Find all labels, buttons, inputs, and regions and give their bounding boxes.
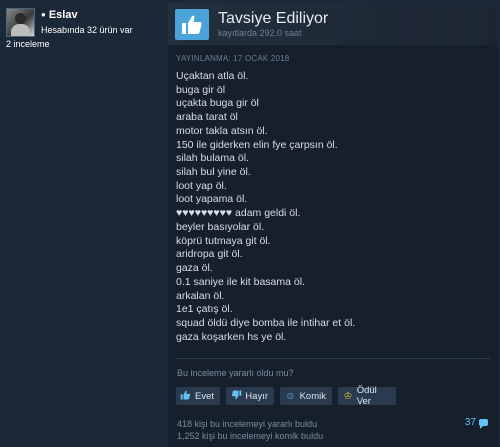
review-line: silah bulama öl. (176, 152, 249, 165)
review-header: Tavsiye Ediliyor kayıtlarda 292.0 saat (168, 3, 498, 45)
review-line: 0.1 saniye ile kit basama öl. (176, 275, 305, 288)
review-line: köprü tutmaya git öl. (176, 234, 271, 247)
review-line: loot yap öl. (176, 179, 227, 192)
author-games-owned[interactable]: Hesabında 32 ürün var (41, 25, 133, 35)
comment-count: 37 (464, 417, 476, 428)
review-body: Uçaktan atla öl. buga gir öl uçakta buga g… (176, 70, 491, 344)
review-line: ♥♥♥♥♥♥♥♥♥ adam geldi öl. (176, 207, 301, 220)
posted-date: YAYINLANMA: 17 OCAK 2018 (176, 54, 290, 63)
vote-no-label: Hayır (245, 390, 268, 402)
online-status-dot: ● (41, 10, 46, 19)
review-line: gaza öl. (176, 262, 213, 275)
comment-count-link[interactable]: 37 (464, 417, 488, 429)
review-line: aridropa git öl. (176, 248, 243, 261)
smiley-icon: ☺ (285, 390, 296, 402)
vote-yes-label: Evet (194, 390, 214, 402)
avatar[interactable] (6, 8, 35, 37)
review-line: Uçaktan atla öl. (176, 70, 249, 82)
review-line: squad öldü diye bomba ile intihar et öl. (176, 316, 356, 329)
award-label: Ödül Ver (356, 385, 377, 407)
review-line: motor takla atsın öl. (176, 124, 268, 137)
thumbs-down-icon (230, 389, 242, 403)
vote-yes-button[interactable]: Evet (176, 387, 220, 405)
review-line: beyler basıyolar öl. (176, 220, 265, 233)
vote-funny-label: Komik (299, 390, 326, 402)
funny-count: 1,252 kişi bu incelemeyi komik buldu (177, 431, 324, 441)
avatar-head (15, 13, 26, 24)
vote-funny-button[interactable]: ☺ Komik (280, 387, 332, 405)
review-line: uçakta buga gir öl (176, 97, 259, 110)
review-line: loot yapama öl. (176, 193, 248, 206)
comment-bubble-icon (479, 419, 488, 429)
author-name[interactable]: ● Eslav (41, 9, 78, 21)
author-name-text[interactable]: Eslav (49, 9, 78, 21)
vote-summary: 418 kişi bu incelemeyi yararlı buldu 1,2… (177, 418, 323, 442)
review-line: araba tarat öl (176, 111, 238, 124)
review-line: gaza koşarken hs ye öl. (176, 330, 287, 343)
thumbs-up-icon (180, 390, 192, 403)
review-line: arkalan öl. (176, 289, 225, 302)
award-icon: ♔ (343, 390, 353, 402)
review-line: 1e1 çatış öl. (176, 303, 233, 316)
divider (176, 358, 490, 359)
thumbs-up-icon (182, 15, 202, 34)
avatar-body (11, 24, 30, 36)
helpful-question: Bu inceleme yararlı oldu mu? (177, 368, 294, 378)
recommended-badge (175, 9, 209, 40)
review-line: 150 ile giderken elin fye çarpsın öl. (176, 138, 338, 151)
review-verdict[interactable]: Tavsiye Ediliyor (218, 10, 328, 28)
award-button[interactable]: ♔ Ödül Ver (338, 385, 396, 407)
review-line: silah bul yine öl. (176, 166, 251, 179)
helpful-count: 418 kişi bu incelemeyi yararlı buldu (177, 419, 318, 429)
vote-no-button[interactable]: Hayır (226, 387, 274, 405)
author-panel: ● Eslav Hesabında 32 ürün var 2 inceleme (0, 0, 168, 447)
playtime-hours: kayıtlarda 292.0 saat (218, 28, 302, 38)
review-panel: Tavsiye Ediliyor kayıtlarda 292.0 saat Y… (168, 3, 498, 447)
author-review-count[interactable]: 2 inceleme (6, 39, 50, 49)
review-line: buga gir öl (176, 83, 226, 96)
